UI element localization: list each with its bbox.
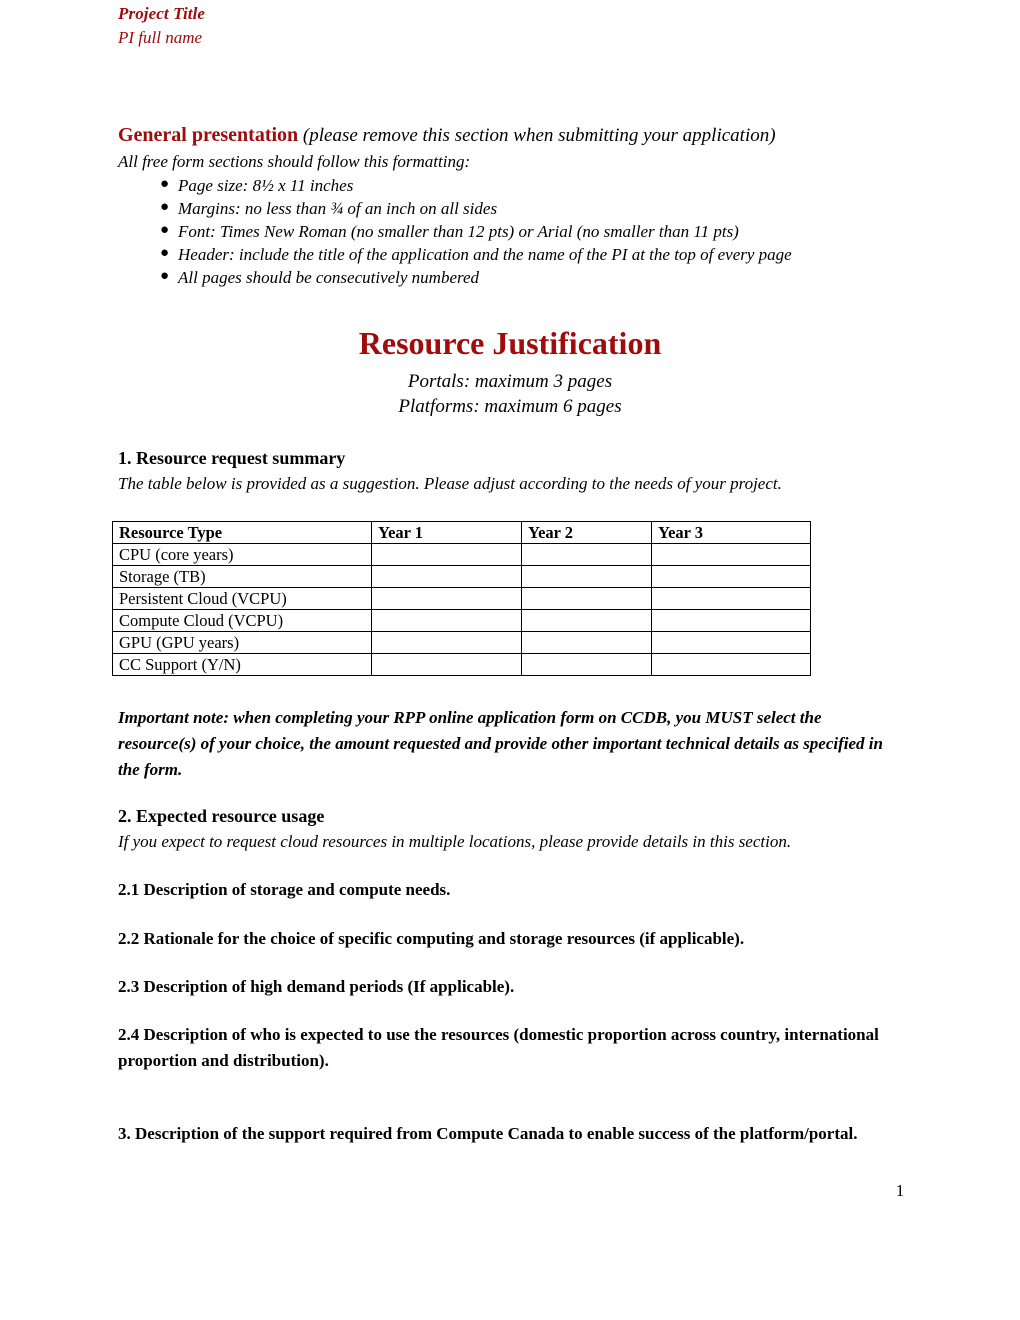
bullet-icon: ● (160, 199, 170, 215)
section-2-note: If you expect to request cloud resources… (118, 832, 792, 851)
row-label: Compute Cloud (VCPU) (112, 609, 372, 632)
list-item-label: Font: Times New Roman (no smaller than 1… (178, 222, 739, 241)
subsection-2-1: 2.1 Description of storage and compute n… (118, 877, 886, 903)
column-header-year-1: Year 1 (371, 521, 522, 544)
column-header-year-2: Year 2 (521, 521, 652, 544)
section-1-heading: 1. Resource request summary (118, 448, 346, 468)
page-number: 1 (895, 1181, 905, 1200)
cell-year-3[interactable] (651, 609, 811, 632)
general-presentation-heading: General presentation (please remove this… (118, 122, 908, 149)
subsection-2-3: 2.3 Description of high demand periods (… (118, 974, 886, 1000)
table-row: Storage (TB) (112, 565, 811, 588)
cell-year-2[interactable] (521, 587, 652, 610)
column-header-resource-type: Resource Type (112, 521, 372, 544)
subsection-2-2: 2.2 Rationale for the choice of specific… (118, 926, 886, 952)
cell-year-1[interactable] (371, 631, 522, 654)
list-item: ● All pages should be consecutively numbe… (118, 266, 908, 289)
section-3-heading: 3. Description of the support required f… (118, 1124, 858, 1143)
page-subtitle-block: Portals: maximum 3 pages Platforms: maxi… (0, 369, 1020, 419)
section-2-heading: 2. Expected resource usage (118, 806, 325, 826)
row-label: Persistent Cloud (VCPU) (112, 587, 372, 610)
document-running-header: Project Title PI full name (118, 2, 878, 50)
important-note: Important note: when completing your RPP… (118, 708, 883, 779)
cell-year-1[interactable] (371, 565, 522, 588)
section-2: 2. Expected resource usage If you expect… (118, 804, 908, 854)
table-row: Persistent Cloud (VCPU) (112, 587, 811, 610)
list-item: ● Header: include the title of the applic… (118, 243, 908, 266)
page-subtitle-platforms: Platforms: maximum 6 pages (398, 396, 622, 417)
cell-year-2[interactable] (521, 609, 652, 632)
list-item-label: Header: include the title of the applica… (178, 245, 792, 264)
cell-year-1[interactable] (371, 543, 522, 566)
subsection-2-3-label: 2.3 Description of high demand periods (… (118, 977, 515, 996)
cell-year-3[interactable] (651, 587, 811, 610)
table-row: CC Support (Y/N) (112, 653, 811, 676)
cell-year-3[interactable] (651, 543, 811, 566)
cell-year-3[interactable] (651, 631, 811, 654)
list-item-label: Margins: no less than ¾ of an inch on al… (178, 199, 498, 218)
cell-year-3[interactable] (651, 565, 811, 588)
general-presentation-heading-rest: (please remove this section when submitt… (298, 125, 776, 146)
bullet-icon: ● (160, 176, 170, 192)
bullet-icon: ● (160, 222, 170, 238)
page-title: Resource Justification (358, 325, 662, 361)
subsection-2-1-label: 2.1 Description of storage and compute n… (118, 880, 451, 899)
resource-request-table: Resource Type Year 1 Year 2 Year 3 CPU (… (112, 521, 811, 676)
section-1: 1. Resource request summary The table be… (118, 446, 908, 496)
cell-year-1[interactable] (371, 587, 522, 610)
bullet-icon: ● (160, 245, 170, 261)
list-item: ● Page size: 8½ x 11 inches (118, 174, 908, 197)
list-item-label: Page size: 8½ x 11 inches (178, 176, 354, 195)
row-label: CC Support (Y/N) (112, 653, 372, 676)
list-item: ● Margins: no less than ¾ of an inch on a… (118, 197, 908, 220)
list-item: ● Font: Times New Roman (no smaller than … (118, 220, 908, 243)
header-pi-name: PI full name (118, 28, 203, 47)
cell-year-2[interactable] (521, 565, 652, 588)
document-page: Project Title PI full name General prese… (0, 0, 1020, 1320)
list-item-label: All pages should be consecutively number… (178, 268, 480, 287)
cell-year-3[interactable] (651, 653, 811, 676)
row-label: GPU (GPU years) (112, 631, 372, 654)
cell-year-2[interactable] (521, 543, 652, 566)
cell-year-1[interactable] (371, 653, 522, 676)
cell-year-2[interactable] (521, 631, 652, 654)
row-label: Storage (TB) (112, 565, 372, 588)
table-row: CPU (core years) (112, 543, 811, 566)
table-row: GPU (GPU years) (112, 631, 811, 654)
general-presentation-intro: All free form sections should follow thi… (118, 152, 471, 171)
section-1-note: The table below is provided as a suggest… (118, 474, 782, 493)
cell-year-2[interactable] (521, 653, 652, 676)
subsection-2-2-label: 2.2 Rationale for the choice of specific… (118, 929, 745, 948)
table-row: Compute Cloud (VCPU) (112, 609, 811, 632)
subsection-2-4-label: 2.4 Description of who is expected to us… (118, 1025, 879, 1070)
cell-year-1[interactable] (371, 609, 522, 632)
subsection-2-4: 2.4 Description of who is expected to us… (118, 1022, 886, 1074)
row-label: CPU (core years) (112, 543, 372, 566)
formatting-requirements-list: ● Page size: 8½ x 11 inches ● Margins: no … (118, 174, 908, 289)
general-presentation-heading-strong: General presentation (118, 124, 299, 146)
general-presentation-section: General presentation (please remove this… (118, 122, 908, 289)
table-header-row: Resource Type Year 1 Year 2 Year 3 (112, 521, 811, 544)
column-header-year-3: Year 3 (651, 521, 811, 544)
header-project-title: Project Title (118, 4, 206, 23)
bullet-icon: ● (160, 268, 170, 284)
page-subtitle-portals: Portals: maximum 3 pages (407, 371, 613, 392)
